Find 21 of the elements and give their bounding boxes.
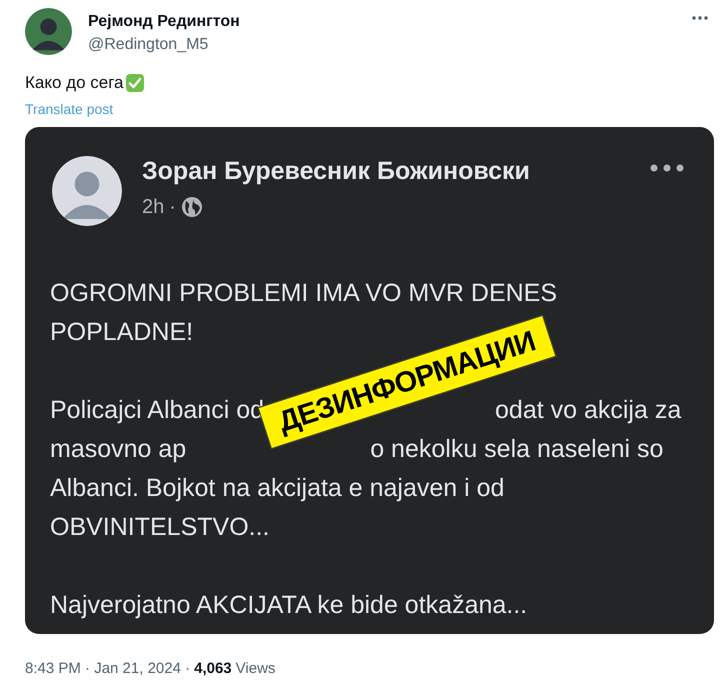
- post-text: masovno ap: [50, 434, 186, 464]
- author-name[interactable]: Рејмонд Редингтон: [88, 12, 240, 32]
- tweet-timestamp[interactable]: 8:43 PM · Jan 21, 2024 ·: [25, 659, 190, 679]
- author-handle[interactable]: @Redington_M5: [88, 35, 240, 55]
- more-icon[interactable]: [692, 16, 708, 20]
- post-text: OGROMNI PROBLEMI IMA VO MVR DENES: [50, 278, 558, 308]
- separator: ·: [169, 195, 176, 219]
- author-name: Зоран Буревесник Божиновски: [142, 156, 530, 186]
- globe-icon: [180, 196, 203, 218]
- post-text: Albanci. Bojkot na akcijata e najaven i od: [50, 472, 504, 502]
- more-icon: [650, 164, 684, 172]
- views-label: Views: [236, 659, 276, 679]
- post-text: POPLADNE!: [50, 316, 194, 346]
- check-mark-icon: [124, 73, 144, 93]
- post-time: 2h: [142, 195, 164, 219]
- views-count: 4,063: [194, 659, 232, 679]
- avatar: [52, 156, 122, 226]
- post-text: Najverojatno AKCIJATA ke bide otkažana...: [50, 590, 528, 620]
- post-text: OBVINITELSTVO...: [50, 512, 270, 542]
- tweet-text: Како до сега: [25, 72, 124, 94]
- avatar[interactable]: [25, 8, 72, 55]
